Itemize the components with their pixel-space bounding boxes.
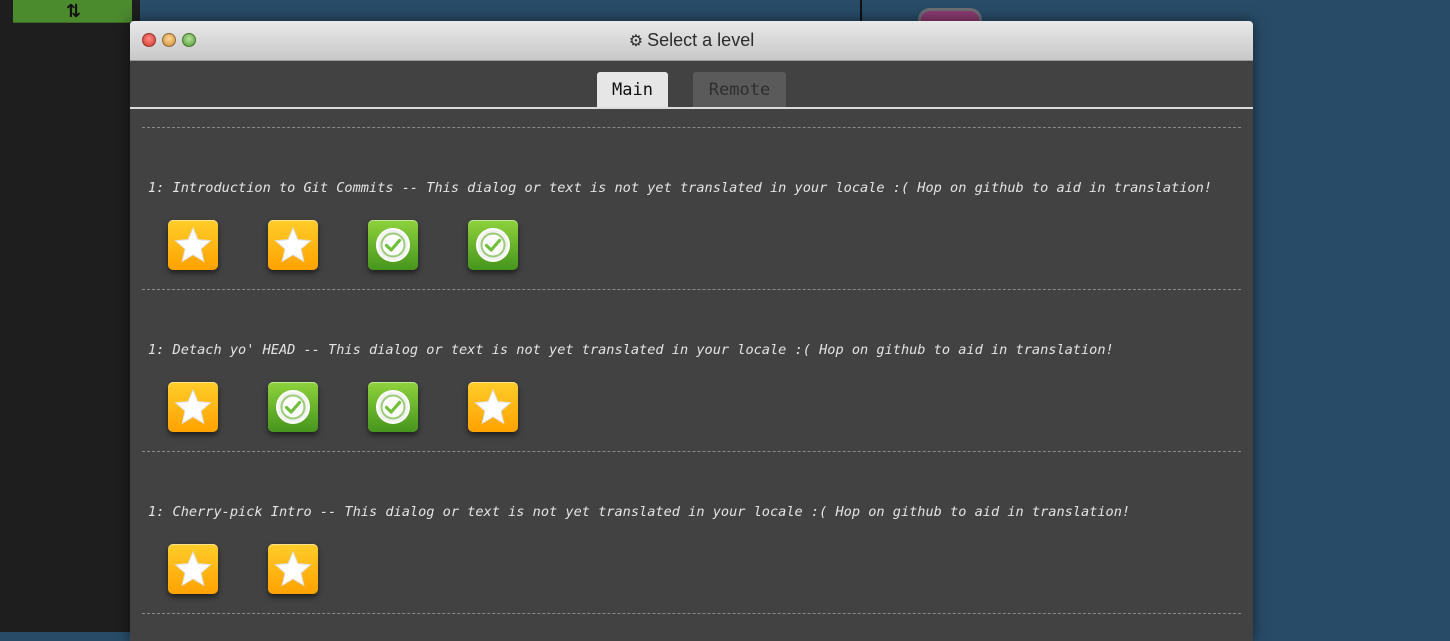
checkmark-icon: [374, 388, 412, 426]
level-sequence: 1: Cherry-pick Intro -- This dialog or t…: [142, 452, 1241, 613]
level-select-dialog: ⚙ Select a level Main Remote 1: Introduct…: [130, 21, 1253, 641]
level-icons: [168, 382, 518, 432]
level-button-unsolved[interactable]: [268, 220, 318, 270]
level-button-solved[interactable]: [368, 220, 418, 270]
sequence-title: 1: Cherry-pick Intro -- This dialog or t…: [148, 504, 1131, 520]
star-icon: [173, 387, 213, 427]
level-button-unsolved[interactable]: [268, 544, 318, 594]
level-sequence: 1: Detach yo' HEAD -- This dialog or tex…: [142, 290, 1241, 451]
level-button-unsolved[interactable]: [168, 382, 218, 432]
level-icons: [168, 220, 518, 270]
star-icon: [273, 225, 313, 265]
reorder-button[interactable]: ⇅: [13, 0, 132, 23]
left-command-pane: ⇅: [0, 0, 140, 632]
level-button-unsolved[interactable]: [168, 220, 218, 270]
sequence-title: 1: Introduction to Git Commits -- This d…: [148, 180, 1212, 196]
star-icon: [473, 387, 513, 427]
checkmark-icon: [374, 226, 412, 264]
dialog-title-text: Select a level: [647, 30, 755, 50]
gear-icon: ⚙: [628, 33, 644, 50]
level-sequence: 1: Introduction to Git Commits -- This d…: [142, 128, 1241, 289]
dialog-title: ⚙ Select a level: [130, 30, 1253, 51]
level-button-solved[interactable]: [268, 382, 318, 432]
star-icon: [173, 225, 213, 265]
level-sequences: 1: Introduction to Git Commits -- This d…: [130, 127, 1253, 614]
reorder-icon: ⇅: [65, 0, 81, 22]
level-button-solved[interactable]: [368, 382, 418, 432]
checkmark-icon: [274, 388, 312, 426]
level-button-unsolved[interactable]: [468, 382, 518, 432]
graph-branch-line: [860, 0, 862, 22]
tab-remote[interactable]: Remote: [693, 72, 786, 107]
dialog-titlebar: ⚙ Select a level: [130, 21, 1253, 61]
star-icon: [273, 549, 313, 589]
tab-bar: Main Remote: [130, 61, 1253, 109]
checkmark-icon: [474, 226, 512, 264]
level-icons: [168, 544, 318, 594]
tab-main[interactable]: Main: [597, 72, 668, 107]
star-icon: [173, 549, 213, 589]
sequence-title: 1: Detach yo' HEAD -- This dialog or tex…: [148, 342, 1114, 358]
level-button-solved[interactable]: [468, 220, 518, 270]
sequence-divider: [142, 613, 1241, 614]
level-button-unsolved[interactable]: [168, 544, 218, 594]
